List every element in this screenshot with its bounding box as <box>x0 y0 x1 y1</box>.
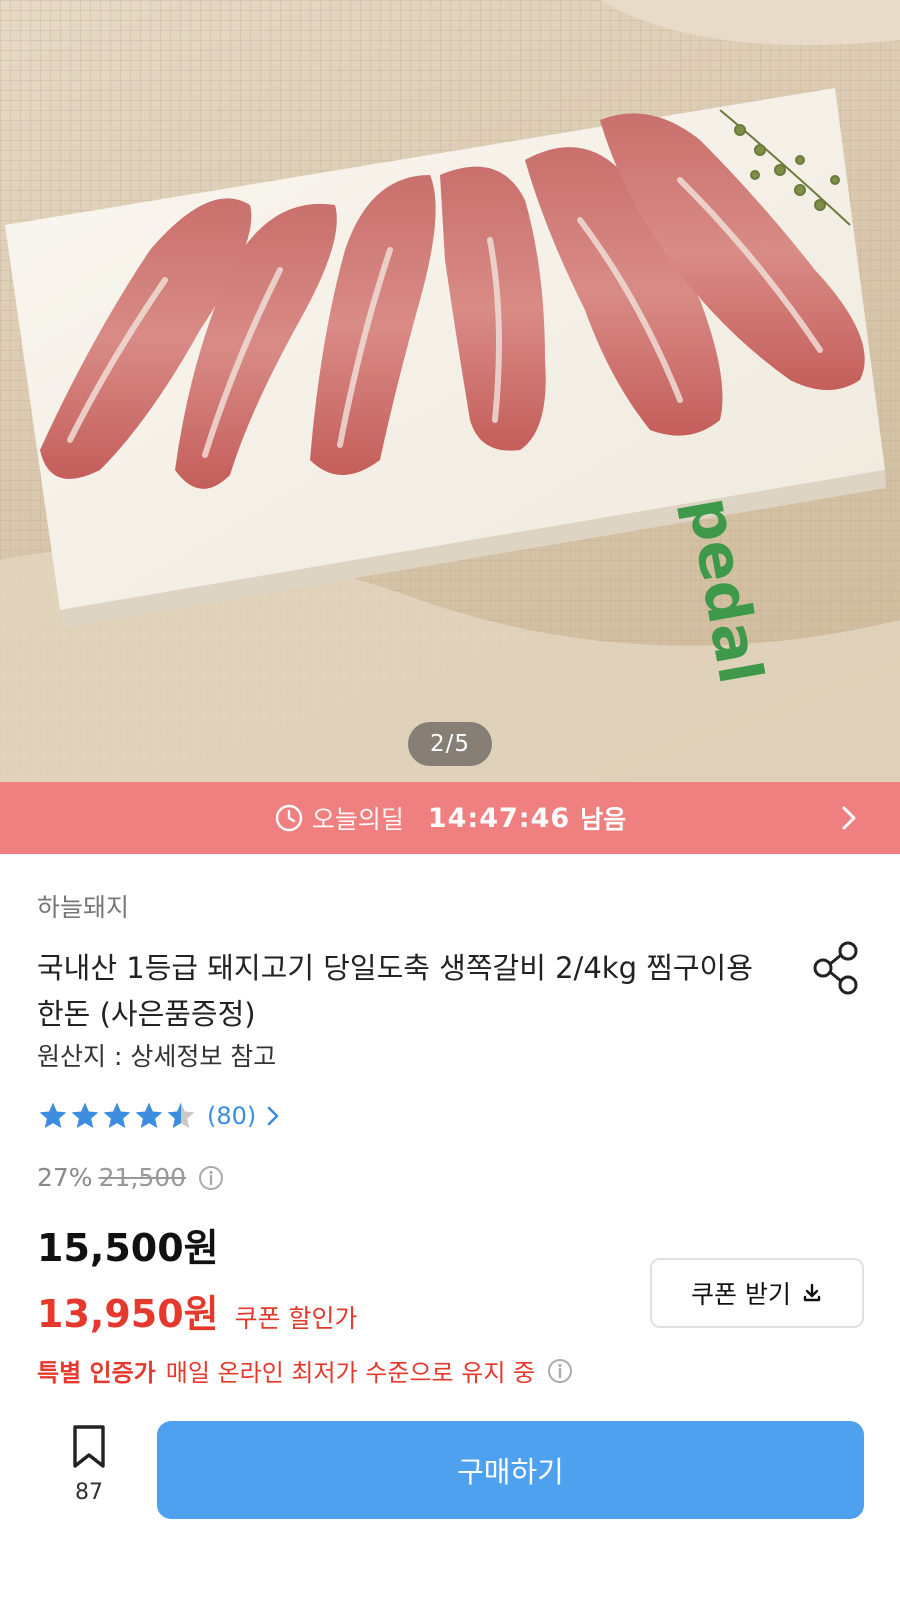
deal-countdown: 14:47:46 <box>427 802 571 834</box>
bookmark-count: 87 <box>75 1480 103 1505</box>
special-certified-price: 특별 인증가 매일 온라인 최저가 수준으로 유지 중 <box>37 1353 573 1388</box>
info-icon[interactable] <box>547 1358 573 1384</box>
get-coupon-button[interactable]: 쿠폰 받기 <box>650 1258 864 1328</box>
bookmark-button[interactable]: 87 <box>60 1424 118 1505</box>
info-icon[interactable] <box>198 1165 224 1191</box>
chevron-right-icon <box>267 1106 279 1126</box>
buy-button[interactable]: 구매하기 <box>157 1421 864 1519</box>
review-count[interactable]: (80) <box>207 1102 256 1130</box>
star-icon <box>103 1102 131 1128</box>
special-price-text: 매일 온라인 최저가 수준으로 유지 중 <box>165 1359 536 1387</box>
star-rating <box>37 1100 197 1132</box>
star-icon <box>135 1102 163 1128</box>
clock-icon <box>275 804 303 832</box>
deal-label: 오늘의딜 <box>311 805 404 834</box>
deal-remaining-label: 남음 <box>580 805 627 834</box>
star-icon <box>39 1102 67 1128</box>
coupon-price: 13,950원 <box>37 1292 219 1336</box>
coupon-price-label: 쿠폰 할인가 <box>234 1304 358 1333</box>
half-star-icon <box>167 1102 195 1128</box>
chevron-right-icon[interactable] <box>834 803 864 833</box>
product-image-gallery[interactable]: pedal 2/5 <box>0 0 900 782</box>
bookmark-icon <box>73 1425 105 1468</box>
todays-deal-banner[interactable]: 오늘의딜 14:47:46 남음 <box>0 782 900 854</box>
rating-summary[interactable]: (80) <box>37 1100 284 1132</box>
star-icon <box>71 1102 99 1128</box>
get-coupon-label: 쿠폰 받기 <box>691 1280 791 1309</box>
discount-percent: 27% <box>37 1163 93 1192</box>
download-icon <box>803 1283 821 1302</box>
coupon-price-row: 13,950원 쿠폰 할인가 <box>37 1283 358 1338</box>
original-price: 21,500 <box>98 1163 187 1192</box>
product-origin: 원산지 : 상세정보 참고 <box>37 1042 277 1071</box>
image-pager: 2/5 <box>408 722 492 766</box>
brand-name[interactable]: 하늘돼지 <box>37 888 129 924</box>
special-price-title: 특별 인증가 <box>37 1359 156 1387</box>
sale-price: 15,500원 <box>37 1226 219 1270</box>
discount-info: 27% 21,500 <box>37 1163 224 1192</box>
share-icon[interactable] <box>810 940 864 996</box>
product-image: pedal <box>0 0 900 782</box>
product-title: 국내산 1등급 돼지고기 당일도축 생쪽갈비 2/4kg 찜구이용 한돈 (사은… <box>37 951 753 1031</box>
